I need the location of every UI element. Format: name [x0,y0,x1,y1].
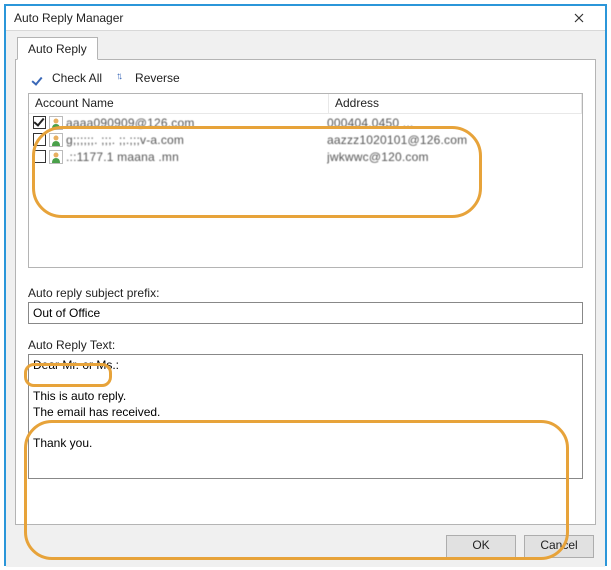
subject-prefix-input[interactable] [28,302,583,324]
list-header: Account Name Address [29,94,582,114]
reply-text-label: Auto Reply Text: [28,338,583,352]
row-checkbox[interactable] [33,116,46,129]
dialog-footer: OK Cancel [15,525,596,558]
cancel-button[interactable]: Cancel [524,535,594,558]
col-header-name[interactable]: Account Name [29,94,329,113]
person-icon [49,150,63,164]
dialog-window: Auto Reply Manager Auto Reply Check All … [4,4,607,566]
close-icon [574,13,584,23]
reverse-label: Reverse [135,71,180,85]
col-header-address[interactable]: Address [329,94,582,113]
ok-button[interactable]: OK [446,535,516,558]
cell-account-name: .::1177.1 maana .mn [66,150,327,164]
subject-prefix-label: Auto reply subject prefix: [28,286,583,300]
row-checkbox[interactable] [33,150,46,163]
reverse-icon: ↑↓ [116,70,131,85]
accounts-list[interactable]: Account Name Address aaaa090909@126.com0… [28,93,583,268]
check-all-label: Check All [52,71,102,85]
cell-address: jwkwwc@120.com [327,150,582,164]
table-row[interactable]: g;;;;;;. ;;;. ;;.;;;v-a.comaazzz1020101@… [29,131,582,148]
close-button[interactable] [559,6,599,30]
row-checkbox[interactable] [33,133,46,146]
cell-account-name: g;;;;;;. ;;;. ;;.;;;v-a.com [66,133,327,147]
check-all-action[interactable]: Check All [32,70,102,85]
reverse-action[interactable]: ↑↓ Reverse [116,70,180,85]
table-row[interactable]: aaaa090909@126.com000404.0450 ... [29,114,582,131]
titlebar[interactable]: Auto Reply Manager [6,6,605,31]
check-icon [32,70,48,85]
tab-auto-reply[interactable]: Auto Reply [17,37,98,60]
person-icon [49,133,63,147]
cell-address: 000404.0450 ... [327,116,582,130]
cell-account-name: aaaa090909@126.com [66,116,327,130]
tab-panel: Check All ↑↓ Reverse Account Name Addres… [15,59,596,525]
cell-address: aazzz1020101@126.com [327,133,582,147]
window-title: Auto Reply Manager [14,11,559,25]
client-area: Auto Reply Check All ↑↓ Reverse Account … [6,31,605,567]
table-row[interactable]: .::1177.1 maana .mnjwkwwc@120.com [29,148,582,165]
reply-text-input[interactable] [28,354,583,479]
person-icon [49,116,63,130]
